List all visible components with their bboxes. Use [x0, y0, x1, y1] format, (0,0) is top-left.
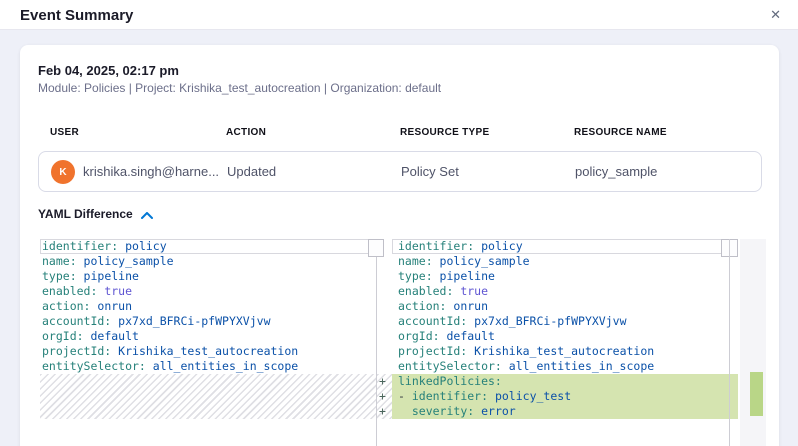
yaml-line: name: policy_sample — [398, 254, 530, 269]
column-header-resource-type: RESOURCE TYPE — [400, 127, 489, 138]
yaml-line: linkedPolicies: — [398, 374, 502, 389]
yaml-difference-toggle[interactable]: YAML Difference — [38, 207, 153, 221]
yaml-line: accountId: px7xd_BFRCi-pfWPYXVjvw — [42, 314, 271, 329]
yaml-line: accountId: px7xd_BFRCi-pfWPYXVjvw — [398, 314, 627, 329]
yaml-line: action: onrun — [398, 299, 488, 314]
yaml-line: projectId: Krishika_test_autocreation — [398, 344, 654, 359]
column-header-action: ACTION — [226, 127, 266, 138]
table-row[interactable]: K krishika.singh@harne... Updated Policy… — [38, 151, 762, 192]
yaml-line: type: pipeline — [42, 269, 139, 284]
scrollbar-thumb-original[interactable] — [368, 239, 384, 257]
yaml-line: - identifier: policy_test — [398, 389, 571, 404]
yaml-line: entitySelector: all_entities_in_scope — [42, 359, 298, 374]
event-card: Feb 04, 2025, 02:17 pm Module: Policies … — [20, 45, 779, 446]
yaml-line: enabled: true — [42, 284, 132, 299]
yaml-line: orgId: default — [42, 329, 139, 344]
yaml-line: projectId: Krishika_test_autocreation — [42, 344, 298, 359]
avatar: K — [51, 160, 75, 184]
yaml-diff-editor: identifier: policyname: policy_sampletyp… — [20, 239, 779, 446]
overview-ruler-added-block — [750, 372, 763, 416]
plus-marker-icon: + — [379, 389, 391, 404]
close-icon[interactable]: ✕ — [770, 7, 781, 23]
event-timestamp: Feb 04, 2025, 02:17 pm — [38, 63, 179, 78]
yaml-line: name: policy_sample — [42, 254, 174, 269]
yaml-line: entitySelector: all_entities_in_scope — [398, 359, 654, 374]
yaml-line: enabled: true — [398, 284, 488, 299]
yaml-line: orgId: default — [398, 329, 495, 344]
diff-overview-ruler[interactable] — [740, 239, 766, 446]
modal-body: Feb 04, 2025, 02:17 pm Module: Policies … — [0, 30, 798, 446]
modified-pane-right-border — [729, 239, 730, 446]
plus-marker-icon: + — [379, 404, 391, 419]
cell-action: Updated — [227, 164, 276, 179]
column-header-user: USER — [50, 127, 79, 138]
yaml-line: type: pipeline — [398, 269, 495, 284]
event-meta: Module: Policies | Project: Krishika_tes… — [38, 81, 441, 95]
yaml-difference-label: YAML Difference — [38, 207, 133, 221]
current-line-highlight-original — [40, 239, 376, 254]
diff-removed-placeholder — [40, 374, 376, 419]
page-title: Event Summary — [20, 7, 133, 24]
cell-resource-name: policy_sample — [575, 164, 657, 179]
event-summary-modal: Event Summary ✕ Feb 04, 2025, 02:17 pm M… — [0, 0, 798, 446]
chevron-up-icon[interactable] — [141, 212, 153, 219]
modal-header: Event Summary ✕ — [0, 0, 798, 30]
column-header-resource-name: RESOURCE NAME — [574, 127, 667, 138]
yaml-line: severity: error — [398, 404, 516, 419]
yaml-line: action: onrun — [42, 299, 132, 314]
cell-user: krishika.singh@harne... — [83, 164, 219, 179]
current-line-highlight-modified — [392, 239, 735, 254]
plus-marker-icon: + — [379, 374, 391, 389]
cell-resource-type: Policy Set — [401, 164, 459, 179]
